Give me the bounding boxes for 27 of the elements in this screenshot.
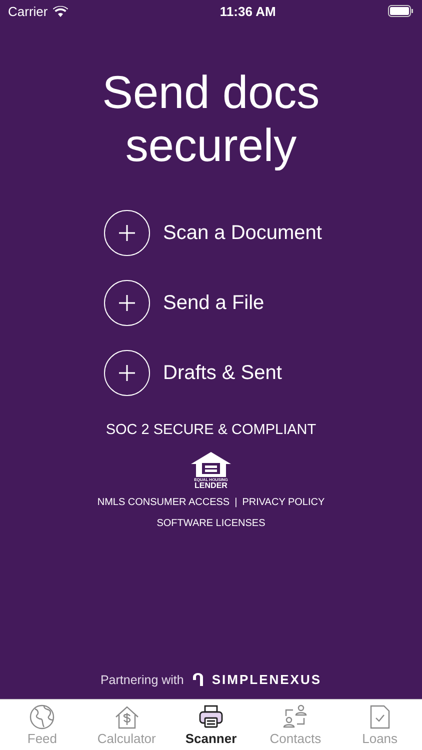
printer-icon [198, 704, 224, 730]
document-check-icon [368, 704, 391, 730]
nmls-link[interactable]: NMLS CONSUMER ACCESS [97, 497, 230, 508]
action-button[interactable]: Send a File [104, 280, 422, 326]
clock-time: 11:36 AM [220, 4, 276, 18]
privacy-link[interactable]: PRIVACY POLICY [242, 497, 325, 508]
carrier-label: Carrier [8, 4, 48, 18]
house-icon [191, 452, 231, 477]
page-title: Send docs securely [101, 66, 321, 172]
wifi-icon [52, 6, 68, 16]
brand-mark-icon [192, 673, 204, 686]
tab-item[interactable]: Scanner [168, 700, 254, 750]
plus-circle-icon [104, 210, 150, 256]
compliance-text: SOC 2 SECURE & COMPLIANT [104, 422, 318, 438]
contacts-icon [282, 704, 308, 730]
action-button[interactable]: Drafts & Sent [104, 350, 422, 396]
plus-circle-icon [104, 280, 150, 326]
plus-circle-icon [104, 350, 150, 396]
logo-text: LENDER [194, 482, 228, 490]
link-separator: | [234, 497, 238, 508]
globe-icon [29, 704, 56, 730]
brand-name: SIMPLENEXUS [212, 672, 322, 687]
partner-text: Partnering with [100, 672, 184, 686]
licenses-link[interactable]: SOFTWARE LICENSES [156, 518, 266, 529]
house-dollar-icon [114, 704, 140, 730]
action-button[interactable]: Scan a Document [104, 210, 422, 256]
battery-icon [388, 5, 414, 17]
